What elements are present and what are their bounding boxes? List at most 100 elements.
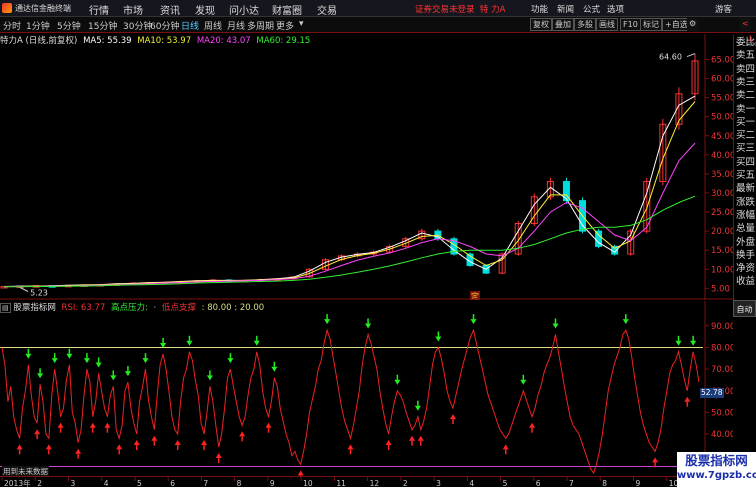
price-tick-label: 20.00 (711, 227, 733, 237)
date-label: 5 (137, 479, 142, 487)
period-60min[interactable]: 60分钟 (150, 19, 179, 32)
period-multi[interactable]: 多周期 (247, 19, 274, 32)
low-pointer (19, 287, 29, 292)
f10-button[interactable]: F10 (620, 18, 641, 31)
kline-chart[interactable]: 5.00 10.00 15.00 20.00 25.00 30.00 35.00 40.00 4… (0, 34, 733, 300)
sidebar-item-6[interactable]: 买一 (736, 116, 755, 129)
buy-arrow (116, 444, 123, 450)
period-fenshi[interactable]: 分时 (3, 19, 21, 32)
sell-arrow (66, 353, 73, 359)
price-tick-label: 65.00 (711, 55, 733, 65)
ma20-label: MA20: 43.07 (196, 36, 251, 46)
sidebar-item-2[interactable]: 卖四 (736, 63, 755, 76)
sidebar-item-9[interactable]: 买四 (736, 156, 755, 169)
indicator-name[interactable]: 股票指标网 (13, 303, 56, 313)
buy-arrow (104, 422, 111, 428)
date-label: 2013年 (4, 478, 31, 487)
sidebar-item-10[interactable]: 买五 (736, 169, 755, 182)
sell-arrow (520, 379, 527, 385)
period-5min[interactable]: 5分钟 (57, 19, 81, 32)
date-label: 8 (602, 479, 607, 487)
date-label: 6 (170, 479, 175, 487)
sell-arrow (142, 358, 149, 364)
watermark: 股票指标网 www.7gpzb.com (677, 452, 756, 487)
rsi-tick-label: 70.00 (711, 365, 733, 375)
buy-arrow (174, 440, 181, 446)
period-1min[interactable]: 1分钟 (26, 19, 50, 32)
buy-arrow (684, 396, 691, 402)
sidebar-item-14[interactable]: 总量 (736, 222, 755, 235)
date-label: 2 (37, 479, 42, 487)
buy-arrow (133, 440, 140, 446)
price-tick-label: 60.00 (711, 75, 733, 85)
date-label: 4 (104, 479, 109, 487)
buy-arrow (297, 470, 304, 476)
sell-arrow (186, 340, 193, 346)
sidebar-item-18[interactable]: 收益 (736, 275, 755, 288)
low-support-label: 低点支撑 (161, 303, 196, 313)
menu-xinwen[interactable]: 新闻 (557, 3, 574, 15)
menu-faxian[interactable]: 发现 (195, 2, 215, 17)
buy-arrow (450, 414, 456, 420)
watermark-url: www.7gpzb.com (677, 470, 756, 481)
sidebar-item-1[interactable]: 卖五 (736, 49, 755, 62)
period-monthly[interactable]: 月线 (227, 19, 245, 32)
sell-arrow (435, 336, 442, 342)
sell-arrow (206, 375, 213, 381)
buy-arrow (34, 429, 41, 435)
chevron-down-icon[interactable]: ▾ (299, 19, 304, 29)
sidebar-item-8[interactable]: 买三 (736, 142, 755, 155)
sidebar-item-7[interactable]: 买二 (736, 129, 755, 142)
menu-zixun[interactable]: 资讯 (160, 2, 180, 17)
buy-arrow (502, 444, 509, 450)
multi-stock-button[interactable]: 多股 (574, 18, 596, 31)
login-warning[interactable]: 证券交易未登录 特 力A (415, 3, 505, 15)
high-pressure-label: 高点压力: (110, 303, 148, 313)
sell-arrow (675, 340, 682, 346)
sell-arrow (552, 323, 559, 329)
sidebar-item-15[interactable]: 外盘 (736, 236, 755, 249)
indicator-menu-icon[interactable]: ▤ (0, 303, 11, 313)
buy-arrow (239, 431, 246, 437)
sell-arrow (365, 323, 372, 329)
date-label: 7 (569, 479, 574, 487)
menu-caifuquan[interactable]: 财富圈 (272, 2, 302, 17)
menu-gongshi[interactable]: 公式 (583, 3, 600, 15)
overlay-button[interactable]: 叠加 (552, 18, 574, 31)
gear-icon[interactable]: ⚙ (687, 18, 699, 31)
price-tick-label: 40.00 (711, 151, 733, 161)
menu-jiaoyi[interactable]: 交易 (317, 2, 337, 17)
app-title: 通达信金融终端 (15, 4, 71, 13)
menu-gongneng[interactable]: 功能 (531, 3, 548, 15)
sidebar-item-4[interactable]: 卖二 (736, 89, 755, 102)
price-tick-label: 30.00 (711, 189, 733, 199)
auto-button[interactable]: 自动 (733, 300, 756, 317)
sidebar-item-12[interactable]: 涨跌 (736, 196, 755, 209)
menu-wenxiaoda[interactable]: 问小达 (229, 2, 259, 17)
back-button[interactable]: < (740, 18, 751, 31)
fuquan-button[interactable]: 复权 (530, 18, 552, 31)
sidebar-item-17[interactable]: 净资 (736, 262, 755, 275)
menu-shichang[interactable]: 市场 (123, 2, 143, 17)
sell-arrow (622, 319, 629, 325)
period-15min[interactable]: 15分钟 (88, 19, 117, 32)
period-more[interactable]: 更多 (276, 19, 294, 32)
menu-xuanxiang[interactable]: 选项 (607, 3, 624, 15)
period-30min[interactable]: 30分钟 (123, 19, 152, 32)
sidebar-item-16[interactable]: 换手 (736, 249, 755, 262)
mark-button[interactable]: 标记 (640, 18, 662, 31)
menu-hangqing[interactable]: 行情 (89, 2, 109, 17)
period-weekly[interactable]: 周线 (204, 19, 222, 32)
buy-arrow (201, 440, 208, 446)
sidebar-item-5[interactable]: 卖一 (736, 103, 755, 116)
buy-arrow (75, 448, 82, 454)
sidebar-item-11[interactable]: 最新 (736, 182, 755, 195)
sidebar-item-3[interactable]: 卖三 (736, 76, 755, 89)
guest-label[interactable]: 游客 (715, 3, 732, 15)
high-price-label: 64.60 (659, 53, 682, 62)
draw-line-button[interactable]: 画线 (596, 18, 618, 31)
rsi-indicator-chart[interactable]: 30.0040.0050.0060.0070.0080.0090.00 (0, 301, 733, 476)
period-daily[interactable]: 日线 (181, 19, 199, 32)
sidebar-item-13[interactable]: 涨幅 (736, 209, 755, 222)
rsi-tick-label: 40.00 (711, 430, 733, 440)
